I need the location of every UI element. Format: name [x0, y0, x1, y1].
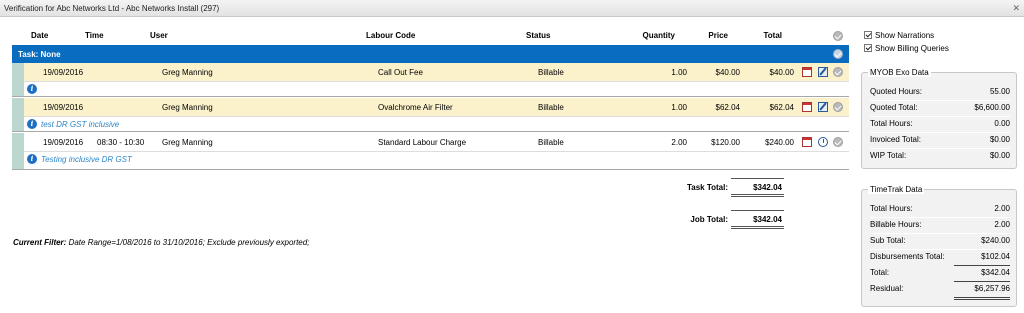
- cell-total: $62.04: [769, 103, 794, 112]
- cell-status: Billable: [538, 103, 564, 112]
- show-billing-queries-label[interactable]: Show Billing Queries: [875, 44, 949, 53]
- cell-quantity: 1.00: [671, 68, 687, 77]
- cell-status: Billable: [538, 138, 564, 147]
- task-total-value: $342.04: [753, 183, 782, 192]
- table-row[interactable]: 19/09/2016 Greg Manning Call Out Fee Bil…: [12, 63, 849, 97]
- timetrak-row: Billable Hours: 2.00: [870, 220, 1010, 229]
- timetrak-panel: TimeTrak Data Total Hours: 2.00 Billable …: [861, 185, 1017, 307]
- cell-date: 19/09/2016: [43, 68, 84, 77]
- timetrak-row: Disbursements Total: $102.04: [870, 252, 1010, 261]
- col-user[interactable]: User: [150, 31, 168, 40]
- cell-labour-code: Call Out Fee: [378, 68, 423, 77]
- col-status[interactable]: Status: [526, 31, 550, 40]
- cell-price: $62.04: [715, 103, 740, 112]
- edit-icon[interactable]: [818, 67, 828, 77]
- cell-price: $40.00: [715, 68, 740, 77]
- task-label: Task: None: [18, 50, 61, 59]
- timetrak-row: Residual: $6,257.96: [870, 284, 1010, 293]
- close-icon[interactable]: ✕: [1012, 3, 1020, 14]
- filter-label: Current Filter:: [13, 238, 67, 247]
- cell-labour-code: Standard Labour Charge: [378, 138, 467, 147]
- col-quantity[interactable]: Quantity: [630, 31, 675, 40]
- calendar-icon[interactable]: [802, 67, 812, 77]
- col-time[interactable]: Time: [85, 31, 104, 40]
- myob-row: WIP Total: $0.00: [870, 151, 1010, 160]
- calendar-icon[interactable]: [802, 137, 812, 147]
- show-billing-queries-checkbox[interactable]: [864, 44, 872, 52]
- timetrak-row: Total Hours: 2.00: [870, 204, 1010, 213]
- table-row[interactable]: 19/09/2016 Greg Manning Ovalchrome Air F…: [12, 98, 849, 132]
- cell-user: Greg Manning: [162, 103, 213, 112]
- cell-user: Greg Manning: [162, 138, 213, 147]
- cell-status: Billable: [538, 68, 564, 77]
- approve-task-icon[interactable]: [833, 49, 843, 59]
- filter-text: Date Range=1/08/2016 to 31/10/2016; Excl…: [68, 238, 310, 247]
- col-price[interactable]: Price: [695, 31, 728, 40]
- clock-icon[interactable]: [818, 137, 828, 147]
- info-icon[interactable]: i: [27, 84, 37, 94]
- approve-icon[interactable]: [833, 137, 843, 147]
- cell-quantity: 1.00: [671, 103, 687, 112]
- narration-text: Testing inclusive DR GST: [41, 155, 132, 164]
- cell-labour-code: Ovalchrome Air Filter: [378, 103, 453, 112]
- cell-total: $240.00: [765, 138, 794, 147]
- col-total[interactable]: Total: [745, 31, 782, 40]
- info-icon[interactable]: i: [27, 119, 37, 129]
- cell-price: $120.00: [711, 138, 740, 147]
- cell-total: $40.00: [769, 68, 794, 77]
- table-row[interactable]: 19/09/2016 08:30 - 10:30 Greg Manning St…: [12, 133, 849, 170]
- job-total-value: $342.04: [753, 215, 782, 224]
- task-total-label: Task Total:: [686, 183, 728, 192]
- timetrak-row: Total: $342.04: [870, 268, 1010, 277]
- myob-row: Quoted Total: $6,600.00: [870, 103, 1010, 112]
- myob-exo-panel: MYOB Exo Data Quoted Hours: 55.00 Quoted …: [861, 68, 1017, 169]
- cell-quantity: 2.00: [671, 138, 687, 147]
- col-date[interactable]: Date: [31, 31, 48, 40]
- current-filter: Current Filter: Date Range=1/08/2016 to …: [13, 238, 309, 247]
- edit-icon[interactable]: [818, 102, 828, 112]
- narration-text: test DR GST inclusive: [41, 120, 120, 129]
- cell-date: 19/09/2016: [43, 138, 84, 147]
- job-total-label: Job Total:: [690, 215, 728, 224]
- approve-all-icon[interactable]: [833, 31, 843, 41]
- task-header: Task: None: [12, 45, 849, 63]
- cell-date: 19/09/2016: [43, 103, 84, 112]
- col-labour-code[interactable]: Labour Code: [366, 31, 415, 40]
- calendar-icon[interactable]: [802, 102, 812, 112]
- cell-time: 08:30 - 10:30: [97, 138, 145, 147]
- cell-user: Greg Manning: [162, 68, 213, 77]
- show-narrations-label[interactable]: Show Narrations: [875, 31, 934, 40]
- show-narrations-checkbox[interactable]: [864, 31, 872, 39]
- window-title: Verification for Abc Networks Ltd - Abc …: [4, 4, 220, 13]
- info-icon[interactable]: i: [27, 154, 37, 164]
- myob-row: Total Hours: 0.00: [870, 119, 1010, 128]
- timetrak-title: TimeTrak Data: [868, 185, 925, 194]
- myob-row: Invoiced Total: $0.00: [870, 135, 1010, 144]
- myob-title: MYOB Exo Data: [868, 68, 931, 77]
- timetrak-row: Sub Total: $240.00: [870, 236, 1010, 245]
- approve-icon[interactable]: [833, 102, 843, 112]
- myob-row: Quoted Hours: 55.00: [870, 87, 1010, 96]
- window-titlebar: Verification for Abc Networks Ltd - Abc …: [0, 0, 1024, 17]
- approve-icon[interactable]: [833, 67, 843, 77]
